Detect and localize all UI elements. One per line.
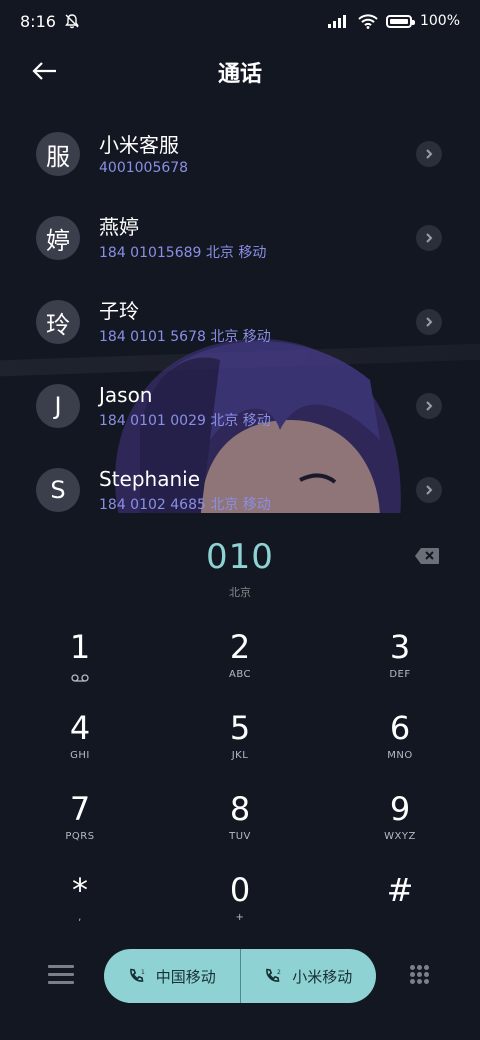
chevron-right-icon: [426, 149, 433, 159]
phone-sim2-icon: 2: [266, 968, 281, 982]
wifi-icon: [358, 13, 378, 29]
key-digit: 4: [69, 709, 91, 747]
call-buttons: 1 中国移动 2 小米移动: [104, 949, 376, 1003]
key-digit: 0: [229, 871, 251, 909]
key-digit: 2: [229, 628, 251, 666]
mute-bell-icon: [65, 14, 79, 29]
key-star[interactable]: * ,: [20, 870, 140, 940]
menu-icon[interactable]: [48, 965, 74, 985]
key-letters: JKL: [231, 750, 249, 761]
key-letters: GHI: [70, 750, 90, 761]
phone-sim1-icon: 1: [129, 968, 145, 982]
chevron-right-icon: [426, 233, 433, 243]
call-sim2-button[interactable]: 2 小米移动: [241, 949, 377, 1003]
contact-name: Jason: [99, 383, 153, 407]
dialpad-toggle-icon[interactable]: [410, 965, 430, 985]
contact-row[interactable]: J Jason 184 0101 0029 北京 移动: [0, 364, 480, 448]
key-1[interactable]: 1: [20, 627, 140, 697]
contact-name: 燕婷: [99, 215, 139, 239]
chevron-right-icon: [426, 485, 433, 495]
sim1-label: 中国移动: [155, 967, 216, 986]
contact-row[interactable]: 玲 子玲 184 0101 5678 北京 移动: [0, 280, 480, 364]
contact-name: Stephanie: [99, 467, 201, 491]
sim2-index: 2: [277, 969, 281, 976]
avatar: J: [36, 384, 80, 428]
contact-list: 服 小米客服 4001005678 婷 燕婷 184 01015689 北京 移…: [0, 112, 480, 522]
sim2-label: 小米移动: [292, 967, 353, 986]
contact-row[interactable]: 服 小米客服 4001005678: [0, 112, 480, 196]
key-9[interactable]: 9 WXYZ: [340, 789, 460, 859]
contact-number: 4001005678: [99, 160, 189, 176]
contact-number: 184 01015689 北京 移动: [99, 245, 267, 261]
key-digit: 1: [69, 628, 91, 666]
contact-row[interactable]: 婷 燕婷 184 01015689 北京 移动: [0, 196, 480, 280]
sim1-index: 1: [141, 969, 145, 976]
key-hash[interactable]: #: [340, 870, 460, 940]
battery-percent: 100%: [419, 13, 460, 29]
contact-details-button[interactable]: [416, 141, 442, 167]
key-digit: 9: [389, 790, 411, 828]
avatar: 服: [36, 132, 80, 176]
contact-number: 184 0101 5678 北京 移动: [99, 329, 271, 345]
status-bar: 8:16 100%: [0, 0, 480, 42]
signal-icon: [327, 15, 346, 28]
chevron-right-icon: [426, 401, 433, 411]
dialed-number: 010: [206, 537, 274, 577]
key-digit: 7: [69, 790, 91, 828]
clock: 8:16: [20, 11, 56, 31]
contact-details-button[interactable]: [416, 225, 442, 251]
page-title: 通话: [217, 62, 262, 87]
key-8[interactable]: 8 TUV: [180, 789, 300, 859]
voicemail-icon: [71, 674, 89, 682]
key-letters: DEF: [389, 669, 411, 680]
chevron-right-icon: [426, 317, 433, 327]
key-letters: PQRS: [65, 831, 95, 842]
avatar: S: [36, 468, 80, 512]
app-header: 通话: [0, 48, 480, 92]
avatar: 玲: [36, 300, 80, 344]
avatar: 婷: [36, 216, 80, 260]
contact-name: 小米客服: [99, 133, 179, 157]
backspace-icon[interactable]: [414, 547, 440, 565]
key-digit: 5: [229, 709, 251, 747]
contact-number: 184 0101 0029 北京 移动: [99, 413, 271, 429]
key-digit: #: [386, 871, 414, 909]
key-7[interactable]: 7 PQRS: [20, 789, 140, 859]
call-sim1-button[interactable]: 1 中国移动: [104, 949, 240, 1003]
key-letters: WXYZ: [384, 831, 416, 842]
key-3[interactable]: 3 DEF: [340, 627, 460, 697]
key-digit: 6: [389, 709, 411, 747]
contact-number: 184 0102 4685 北京 移动: [99, 497, 271, 513]
contact-row[interactable]: S Stephanie 184 0102 4685 北京 移动: [0, 448, 480, 522]
key-letters: ,: [78, 912, 82, 923]
contact-details-button[interactable]: [416, 309, 442, 335]
key-6[interactable]: 6 MNO: [340, 708, 460, 778]
key-letters: MNO: [387, 750, 413, 761]
key-digit: 8: [229, 790, 251, 828]
key-digit: *: [72, 871, 88, 909]
key-letters: TUV: [229, 831, 251, 842]
key-5[interactable]: 5 JKL: [180, 708, 300, 778]
key-2[interactable]: 2 ABC: [180, 627, 300, 697]
contact-name: 子玲: [99, 299, 139, 323]
key-0[interactable]: 0 +: [180, 870, 300, 940]
key-letters: ABC: [228, 669, 251, 680]
number-location: 北京: [229, 586, 251, 599]
battery-icon: [385, 14, 415, 28]
contact-details-button[interactable]: [416, 477, 442, 503]
contact-details-button[interactable]: [416, 393, 442, 419]
dialpad-panel: 010 北京 1 2 ABC 3 DEF 4 GHI 5 JKL 6 MNO 7…: [0, 513, 480, 1040]
key-4[interactable]: 4 GHI: [20, 708, 140, 778]
key-letters: +: [235, 912, 245, 923]
key-digit: 3: [389, 628, 411, 666]
